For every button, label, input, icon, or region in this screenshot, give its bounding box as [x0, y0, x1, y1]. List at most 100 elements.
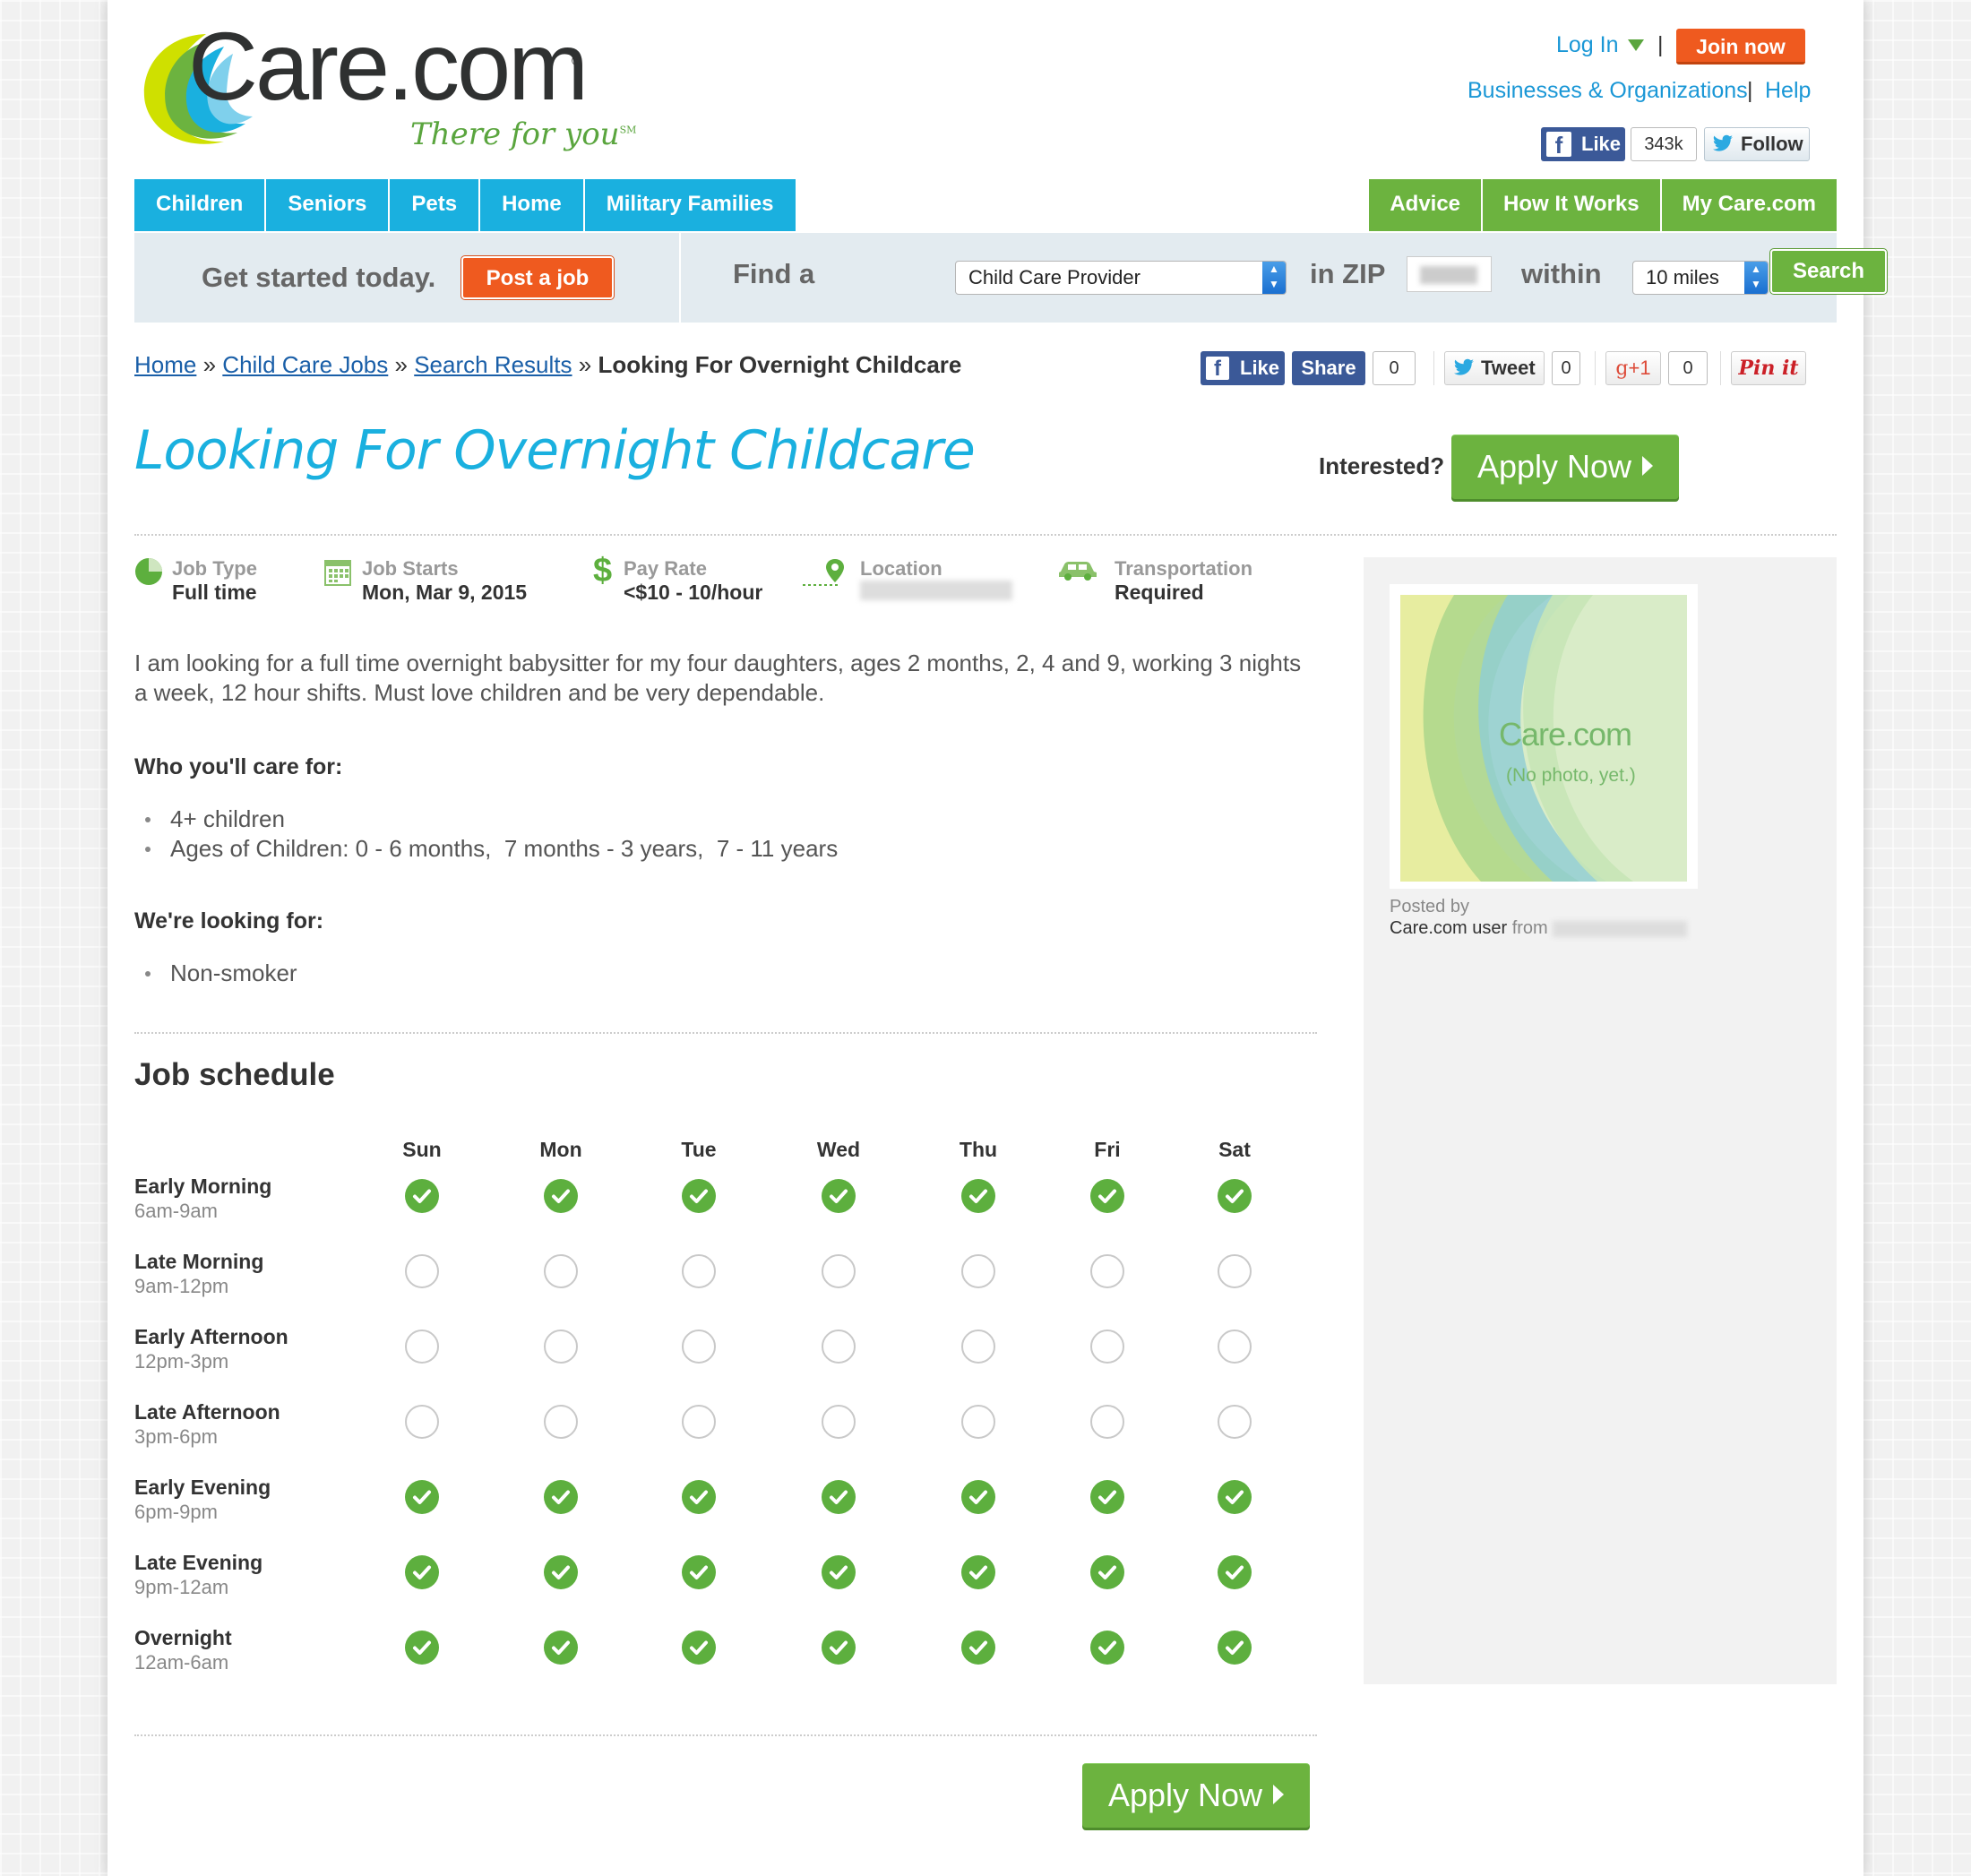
select-arrows-icon: ▲ ▼	[1744, 262, 1768, 294]
login-caret-icon[interactable]	[1628, 39, 1644, 51]
secondary-nav: Advice How It Works My Care.com	[1369, 179, 1837, 231]
check-icon	[682, 1480, 716, 1514]
day-header-fri: Fri	[1094, 1138, 1121, 1161]
empty-circle-icon	[544, 1405, 578, 1439]
empty-circle-icon	[1090, 1330, 1124, 1364]
apply-now-button[interactable]: Apply Now	[1451, 435, 1679, 499]
post-job-button[interactable]: Post a job	[461, 256, 614, 299]
nav-how-it-works[interactable]: How It Works	[1483, 179, 1662, 231]
empty-circle-icon	[961, 1330, 995, 1364]
looking-for-heading: We're looking for:	[134, 908, 324, 934]
facebook-icon: f	[1546, 132, 1571, 159]
empty-circle-icon	[961, 1405, 995, 1439]
empty-circle-icon	[822, 1330, 856, 1364]
get-started-text: Get started today.	[202, 262, 436, 293]
slot-time: 12pm-3pm	[134, 1350, 229, 1373]
posted-by: Posted by Care.com user from	[1390, 896, 1688, 939]
find-a-label: Find a	[733, 258, 815, 289]
divider	[1720, 351, 1721, 385]
location-label: Location	[860, 557, 942, 580]
nav-advice[interactable]: Advice	[1369, 179, 1484, 231]
check-icon	[1218, 1555, 1252, 1589]
pinterest-pin-button[interactable]: Pin it	[1731, 351, 1806, 385]
google-plus-button[interactable]: g+1	[1605, 351, 1661, 385]
nav-home[interactable]: Home	[480, 179, 585, 231]
breadcrumb-search-results[interactable]: Search Results	[414, 351, 572, 378]
nav-seniors[interactable]: Seniors	[266, 179, 391, 231]
google-plus-count: 0	[1668, 351, 1708, 385]
search-button[interactable]: Search	[1770, 249, 1887, 294]
zip-input[interactable]	[1407, 256, 1492, 292]
check-icon	[961, 1179, 995, 1213]
slot-name: Overnight	[134, 1626, 232, 1649]
empty-circle-icon	[961, 1254, 995, 1288]
care-for-list: 4+ children Ages of Children: 0 - 6 mont…	[134, 805, 838, 864]
breadcrumb-sep: »	[202, 351, 217, 378]
join-now-button[interactable]: Join now	[1676, 29, 1805, 65]
empty-circle-icon	[822, 1254, 856, 1288]
check-icon	[822, 1555, 856, 1589]
map-pin-icon	[803, 559, 844, 586]
divider	[1433, 351, 1434, 385]
arrow-right-icon	[1273, 1785, 1285, 1805]
placeholder-brand: Care.com	[1499, 716, 1632, 753]
slot-time: 3pm-6pm	[134, 1425, 218, 1448]
apply-now-bottom-button[interactable]: Apply Now	[1082, 1763, 1310, 1828]
nav-military-families[interactable]: Military Families	[585, 179, 796, 231]
logo-tagline: There for youSM	[410, 116, 637, 152]
businesses-link[interactable]: Businesses & Organizations	[1467, 78, 1748, 104]
divider	[134, 1032, 1317, 1034]
nav-children[interactable]: Children	[134, 179, 267, 231]
from-label: from	[1511, 918, 1548, 938]
check-icon	[682, 1631, 716, 1665]
check-icon	[405, 1631, 439, 1665]
divider	[134, 534, 1837, 536]
location-value-redacted	[860, 581, 1012, 600]
check-icon	[961, 1480, 995, 1514]
check-icon	[1090, 1555, 1124, 1589]
empty-circle-icon	[682, 1330, 716, 1364]
check-icon	[405, 1555, 439, 1589]
car-icon	[1059, 562, 1097, 581]
distance-select[interactable]: 10 miles ▲ ▼	[1632, 261, 1769, 295]
primary-nav: Children Seniors Pets Home Military Fami…	[134, 179, 796, 231]
breadcrumb-home[interactable]: Home	[134, 351, 196, 378]
facebook-like-button[interactable]: f Like	[1541, 127, 1625, 161]
twitter-follow-button[interactable]: Follow	[1704, 127, 1810, 161]
empty-circle-icon	[544, 1330, 578, 1364]
within-label: within	[1521, 258, 1602, 289]
nav-pets[interactable]: Pets	[390, 179, 481, 231]
job-description: I am looking for a full time overnight b…	[134, 650, 1302, 706]
transportation-label: Transportation	[1115, 557, 1253, 580]
check-icon	[1090, 1179, 1124, 1213]
google-plus-label: +1	[1628, 357, 1651, 379]
help-link[interactable]: Help	[1765, 78, 1811, 104]
looking-for-list: Non-smoker	[134, 959, 297, 988]
empty-circle-icon	[544, 1254, 578, 1288]
nav-my-care[interactable]: My Care.com	[1662, 179, 1837, 231]
empty-circle-icon	[1090, 1254, 1124, 1288]
job-type-value: Full time	[172, 581, 257, 604]
profile-photo: Care.com (No photo, yet.)	[1390, 584, 1698, 889]
share-count: 0	[1373, 351, 1416, 385]
facebook-like-count: 343k	[1631, 127, 1697, 161]
check-icon	[405, 1480, 439, 1514]
facebook-share-button[interactable]: Share	[1292, 351, 1365, 385]
check-icon	[1218, 1631, 1252, 1665]
provider-select[interactable]: Child Care Provider ▲ ▼	[955, 261, 1287, 295]
registered-mark: ®	[572, 54, 582, 69]
zip-redacted	[1420, 266, 1477, 284]
empty-circle-icon	[405, 1330, 439, 1364]
poster-name: Care.com user	[1390, 918, 1508, 938]
check-icon	[544, 1480, 578, 1514]
login-link[interactable]: Log In	[1556, 32, 1619, 58]
slot-name: Early Morning	[134, 1175, 272, 1198]
breadcrumb-child-care-jobs[interactable]: Child Care Jobs	[222, 351, 388, 378]
tweet-label: Tweet	[1481, 357, 1536, 379]
google-plus-icon: g	[1615, 357, 1629, 380]
tweet-button[interactable]: Tweet	[1444, 351, 1545, 385]
twitter-bird-icon	[1713, 134, 1733, 151]
twitter-bird-icon	[1454, 358, 1474, 375]
no-photo-text: (No photo, yet.)	[1506, 765, 1636, 786]
facebook-like-small-button[interactable]: f Like	[1201, 351, 1285, 385]
